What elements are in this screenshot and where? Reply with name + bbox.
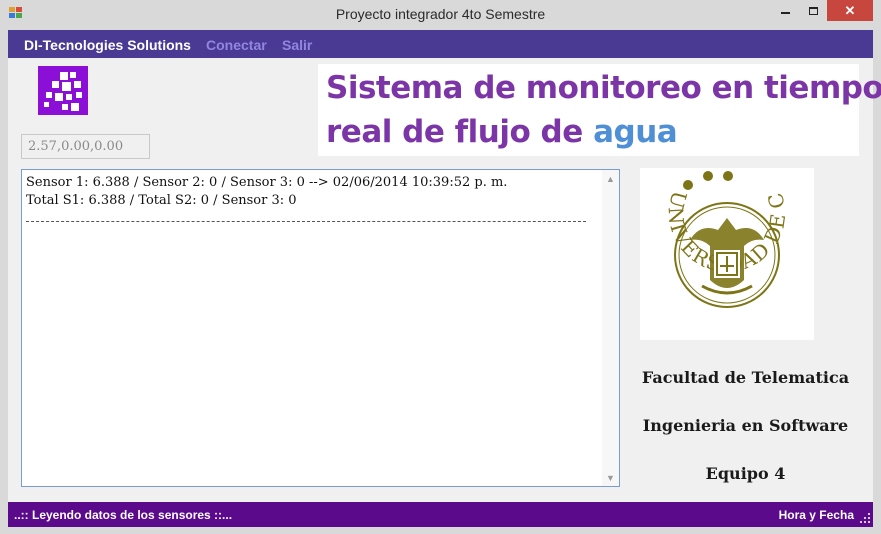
maximize-button[interactable] <box>800 0 827 21</box>
resize-grip-icon[interactable] <box>860 513 871 524</box>
main-panel: 2.57,0.00,0.00 Sistema de monitoreo en t… <box>8 58 881 502</box>
banner-accent-word: agua <box>593 114 678 150</box>
close-button[interactable]: ✕ <box>827 0 873 21</box>
window-frame-bottom <box>0 527 881 534</box>
log-content: Sensor 1: 6.388 / Sensor 2: 0 / Sensor 3… <box>26 174 601 222</box>
status-bar: ..:: Leyendo datos de los sensores ::...… <box>8 502 873 527</box>
log-separator <box>26 221 586 222</box>
minimize-button[interactable] <box>772 0 799 21</box>
log-scrollbar[interactable]: ▲ ▼ <box>602 170 619 486</box>
sensor-reading-field[interactable]: 2.57,0.00,0.00 <box>21 134 150 159</box>
maximize-icon <box>809 6 818 15</box>
status-message: ..:: Leyendo datos de los sensores ::... <box>14 508 233 522</box>
banner-line-2: real de flujo de agua <box>326 110 859 154</box>
log-line: Sensor 1: 6.388 / Sensor 2: 0 / Sensor 3… <box>26 175 508 190</box>
scroll-up-arrow-icon[interactable]: ▲ <box>602 170 619 187</box>
log-line: Total S1: 6.388 / Total S2: 0 / Sensor 3… <box>26 193 297 208</box>
banner-line-2-text: real de flujo de <box>326 114 594 150</box>
banner-title: Sistema de monitoreo en tiempo real de f… <box>318 64 881 156</box>
university-seal: UNIVERSIDAD DE COLIMA <box>629 149 814 340</box>
sensor-log-textbox[interactable]: Sensor 1: 6.388 / Sensor 2: 0 / Sensor 3… <box>21 169 620 487</box>
team-label: Equipo 4 <box>705 464 786 483</box>
menu-bar: DI-Tecnologies Solutions Conectar Salir <box>8 30 873 58</box>
title-bar[interactable]: Proyecto integrador 4to Semestre ✕ <box>0 0 881 30</box>
window-title: Proyecto integrador 4to Semestre <box>335 6 546 22</box>
menu-item-conectar[interactable]: Conectar <box>206 37 267 53</box>
menu-item-salir[interactable]: Salir <box>282 37 312 53</box>
status-datetime: Hora y Fecha <box>778 508 854 522</box>
banner-line-1: Sistema de monitoreo en tiempo <box>326 70 881 106</box>
minimize-icon <box>781 11 790 14</box>
scroll-down-arrow-icon[interactable]: ▼ <box>602 469 619 486</box>
menu-item-brand[interactable]: DI-Tecnologies Solutions <box>24 37 191 53</box>
close-icon: ✕ <box>844 2 856 18</box>
program-label: Ingenieria en Software <box>642 416 849 435</box>
university-seal-icon: UNIVERSIDAD DE COLIMA <box>629 149 789 308</box>
company-logo <box>38 66 88 115</box>
faculty-label: Facultad de Telematica <box>641 368 850 387</box>
